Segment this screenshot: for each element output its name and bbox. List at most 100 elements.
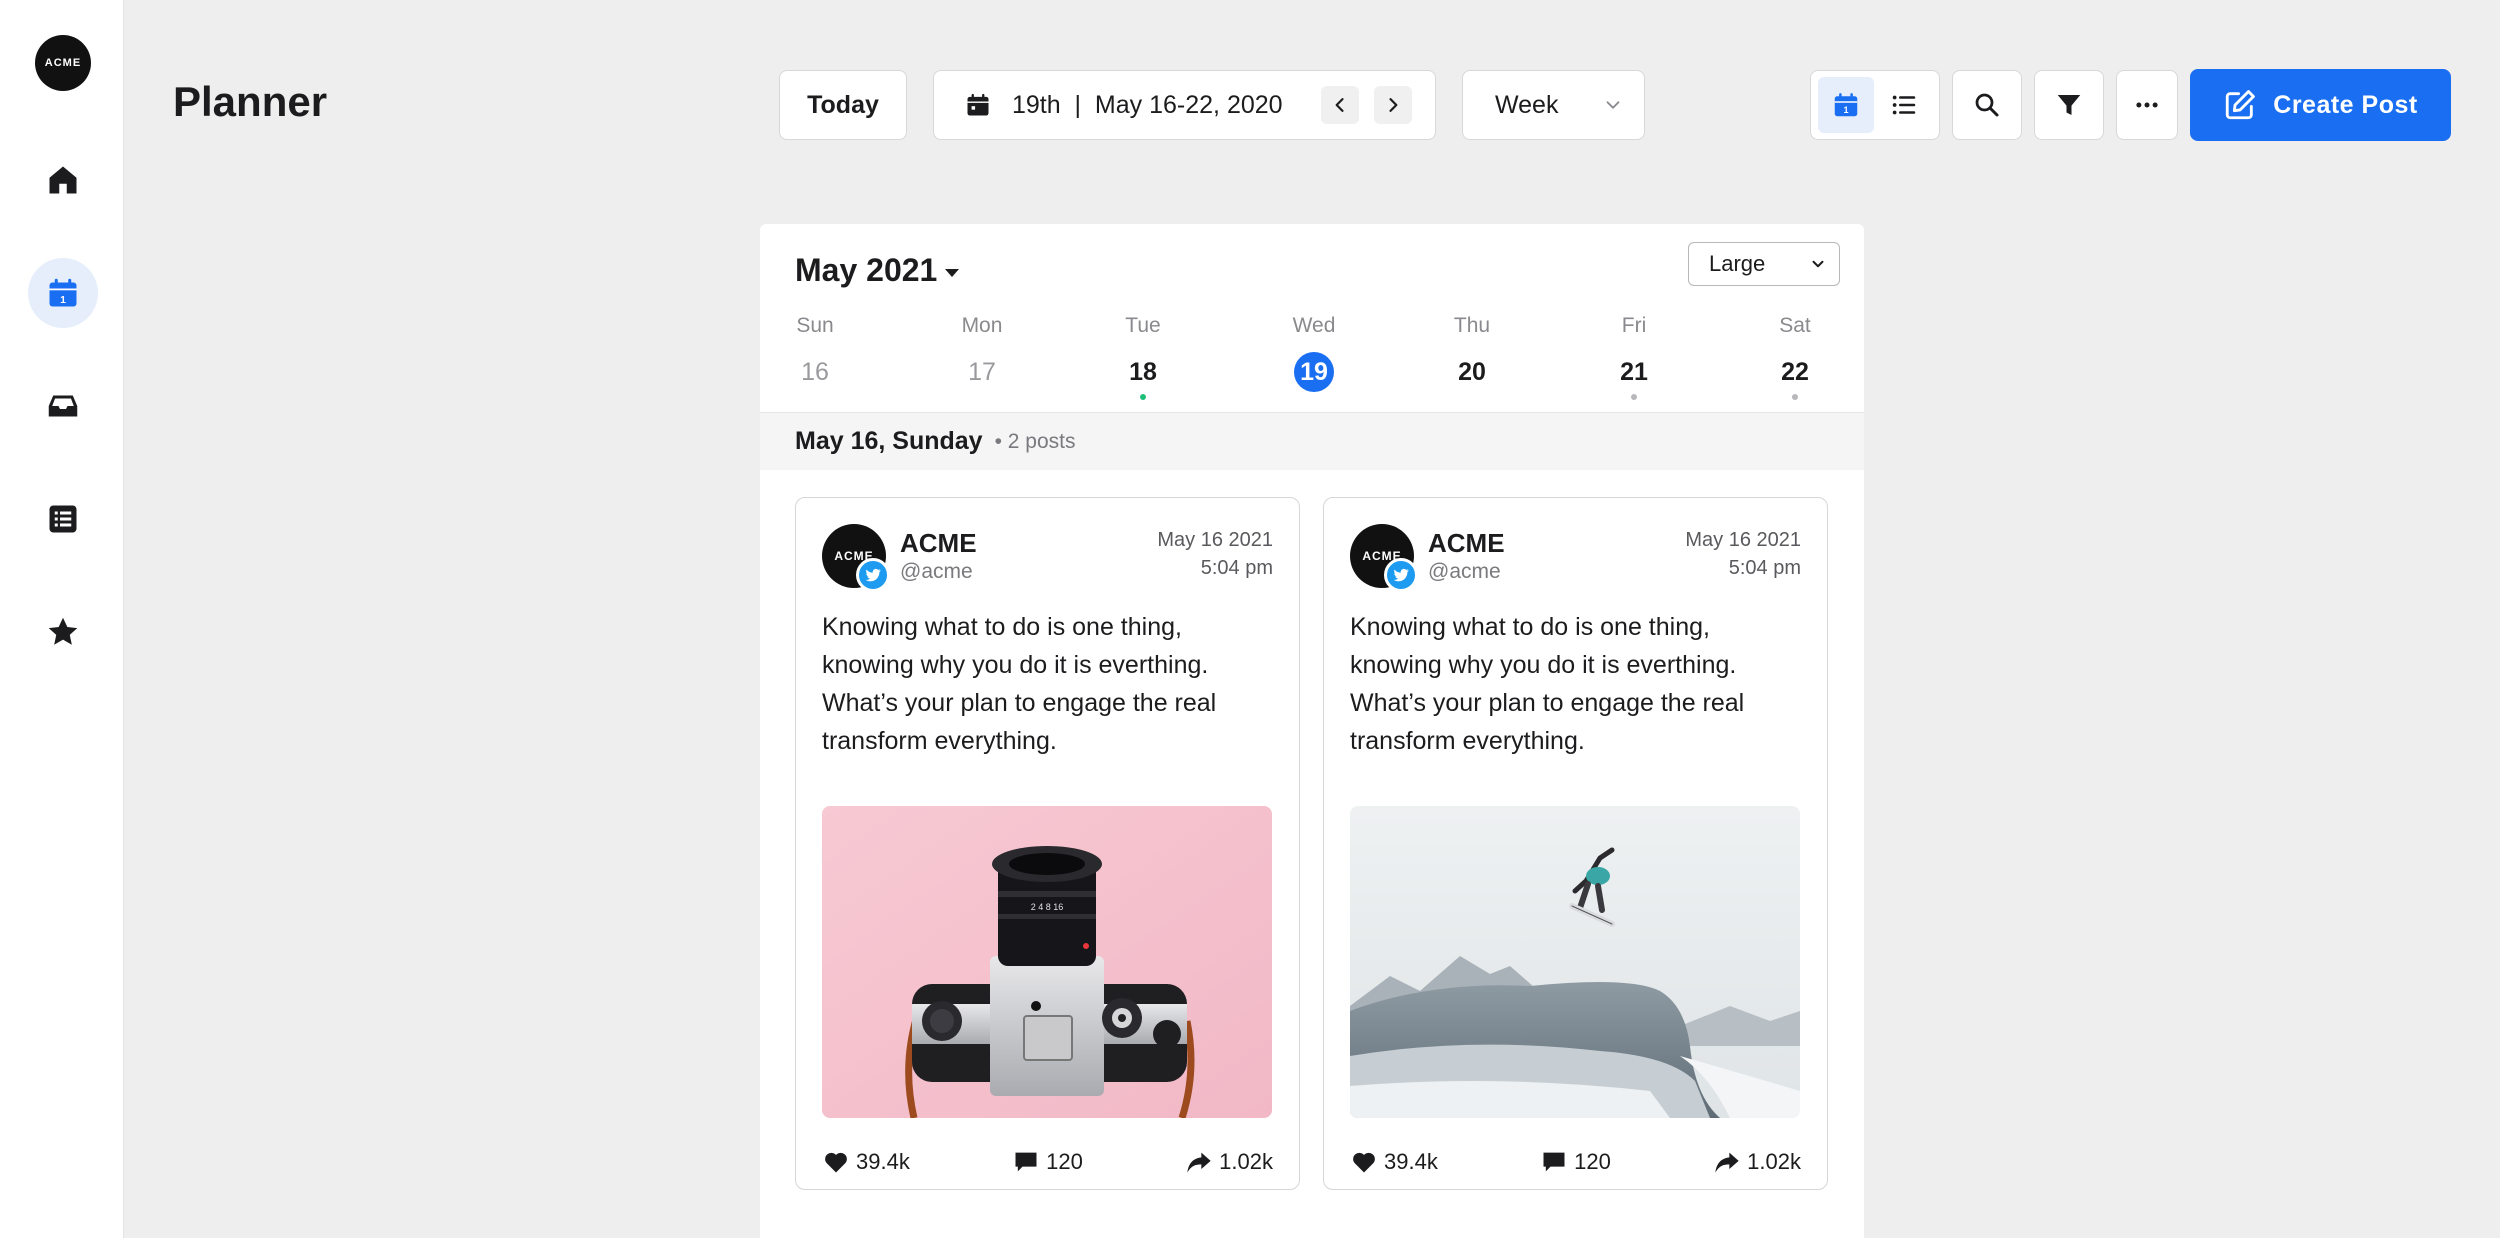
view-toggle: 1 [1810, 70, 1940, 140]
home-icon [49, 166, 77, 194]
inbox-icon [48, 395, 78, 417]
day-column-tue[interactable]: Tue 18 [1103, 314, 1183, 400]
post-indicator-dot [1140, 394, 1146, 400]
view-period-select[interactable]: Week [1462, 70, 1645, 140]
page-title: Planner [173, 78, 328, 125]
post-time: 5:04 pm [1728, 557, 1801, 579]
card-size-select[interactable]: Large [1688, 242, 1840, 286]
sidebar: ACME 1 [0, 0, 124, 1238]
caret-down-icon [945, 268, 960, 277]
next-week-button[interactable] [1374, 86, 1412, 124]
day-number: 17 [968, 357, 996, 386]
month-selector[interactable]: May 2021 [795, 252, 960, 289]
filter-icon [2057, 95, 2081, 115]
day-name: Sat [1779, 314, 1811, 337]
likes-stat[interactable]: 39.4k [1350, 1148, 1438, 1176]
card-size-value: Large [1709, 251, 1766, 276]
day-column-thu[interactable]: Thu 20 [1432, 314, 1512, 400]
search-icon [1975, 93, 1999, 117]
day-name: Sun [796, 314, 834, 337]
comments-stat[interactable]: 120 [1540, 1148, 1611, 1176]
date-range-picker[interactable]: 19th | May 16-22, 2020 [933, 70, 1436, 140]
post-indicator-dot [812, 394, 818, 400]
engagement-stats: 39.4k 120 1.02k [1350, 1148, 1801, 1176]
bulleted-list-icon [1892, 95, 1916, 115]
camera-photo[interactable]: 2 4 8 16 [822, 806, 1272, 1118]
sidebar-item-inbox[interactable] [28, 371, 98, 441]
post-indicator-dot [1469, 394, 1475, 400]
post-card[interactable]: ACME ACME @acme May 16 2021 5:04 pm Know… [795, 497, 1300, 1190]
account-name: ACME [1428, 528, 1505, 558]
day-number: 22 [1781, 357, 1809, 386]
compose-icon [2226, 90, 2256, 120]
post-indicator-dot [1311, 394, 1317, 400]
search-button[interactable] [1952, 70, 2022, 140]
account-handle: @acme [900, 560, 973, 583]
post-time: 5:04 pm [1200, 557, 1273, 579]
post-date: May 16 2021 [1157, 529, 1273, 551]
comment-icon [1015, 1152, 1037, 1172]
create-post-label: Create Post [2273, 90, 2418, 119]
day-number: 20 [1458, 357, 1486, 386]
shares-stat[interactable]: 1.02k [1185, 1148, 1273, 1176]
day-column-sun[interactable]: Sun 16 [775, 314, 855, 400]
more-options-button[interactable] [2116, 70, 2178, 140]
chevron-right-icon [1389, 98, 1398, 112]
create-post-button[interactable]: Create Post [2190, 69, 2451, 141]
more-horizontal-icon [2136, 102, 2158, 108]
share-icon [1187, 1152, 1211, 1173]
day-name: Tue [1125, 314, 1161, 337]
svg-text:1: 1 [1844, 105, 1849, 115]
acme-logo[interactable]: ACME [35, 35, 91, 91]
post-text: Knowing what to do is one thing, knowing… [822, 613, 1217, 755]
day-column-fri[interactable]: Fri 21 [1594, 314, 1674, 400]
sidebar-item-home[interactable] [28, 145, 98, 215]
comments-count: 120 [1046, 1149, 1083, 1174]
day-name: Thu [1453, 314, 1491, 337]
post-text: Knowing what to do is one thing, knowing… [1350, 613, 1745, 755]
day-name: Fri [1621, 314, 1647, 337]
day-column-mon[interactable]: Mon 17 [942, 314, 1022, 400]
sidebar-item-calendar[interactable]: 1 [28, 258, 98, 328]
engagement-stats: 39.4k 120 1.02k [822, 1148, 1273, 1176]
likes-count: 39.4k [1384, 1149, 1438, 1174]
date-range-text: 19th | May 16-22, 2020 [1012, 90, 1283, 119]
likes-stat[interactable]: 39.4k [822, 1148, 910, 1176]
post-timestamp: May 16 2021 5:04 pm [1157, 526, 1273, 582]
day-group-header: May 16, Sunday • 2 posts [760, 412, 1864, 470]
prev-week-button[interactable] [1321, 86, 1359, 124]
post-card[interactable]: ACME ACME @acme May 16 2021 5:04 pm Know… [1323, 497, 1828, 1190]
day-column-sat[interactable]: Sat 22 [1755, 314, 1835, 400]
calendar-icon: 1 [1834, 93, 1858, 117]
calendar-icon [967, 93, 989, 116]
comments-count: 120 [1574, 1149, 1611, 1174]
share-icon [1715, 1152, 1739, 1173]
post-indicator-dot [1792, 394, 1798, 400]
snowboarder-photo[interactable] [1350, 806, 1800, 1118]
filter-button[interactable] [2034, 70, 2104, 140]
account-name: ACME [900, 528, 977, 558]
sidebar-item-list[interactable] [28, 484, 98, 554]
list-view-button[interactable] [1876, 77, 1932, 133]
view-period-value: Week [1495, 90, 1559, 119]
post-date: May 16 2021 [1685, 529, 1801, 551]
shares-stat[interactable]: 1.02k [1713, 1148, 1801, 1176]
post-indicator-dot [979, 394, 985, 400]
month-label: May 2021 [795, 252, 938, 288]
account-handle: @acme [1428, 560, 1501, 583]
twitter-icon [1384, 558, 1418, 592]
chevron-down-icon [1812, 260, 1824, 268]
svg-text:1: 1 [60, 294, 66, 306]
post-count: • 2 posts [994, 429, 1076, 453]
calendar-view-button[interactable]: 1 [1818, 77, 1874, 133]
day-column-wed[interactable]: Wed 19 [1274, 314, 1354, 400]
chevron-down-icon [1606, 101, 1620, 109]
day-number: 16 [801, 357, 829, 386]
day-name: Mon [961, 314, 1003, 337]
list-icon [49, 505, 77, 533]
likes-count: 39.4k [856, 1149, 910, 1174]
heart-icon [825, 1152, 847, 1173]
today-button[interactable]: Today [779, 70, 907, 140]
sidebar-item-favorites[interactable] [28, 597, 98, 667]
comments-stat[interactable]: 120 [1012, 1148, 1083, 1176]
